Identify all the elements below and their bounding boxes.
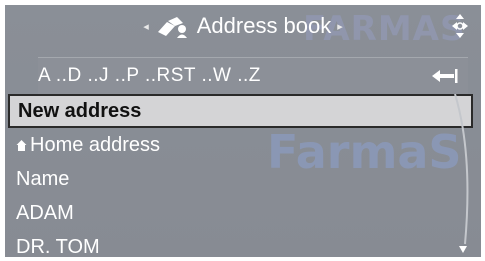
left-arrow-icon[interactable]: ◂ (143, 20, 149, 33)
list-item-new-address[interactable]: New address (8, 94, 473, 128)
title-bar: ◂ Address book ▸ (5, 5, 481, 47)
page-title: Address book (196, 13, 332, 38)
address-book-icon (157, 17, 187, 38)
alphabet-letters[interactable]: A ..D ..J ..P ..RST ..W ..Z (38, 65, 261, 87)
list-item-label: New address (18, 100, 142, 122)
list-item-home-address[interactable]: Home address (8, 128, 468, 162)
scroll-down-icon (459, 246, 467, 253)
controller-knob-icon (452, 14, 468, 38)
list-item-label: ADAM (16, 202, 74, 224)
alphabet-selector[interactable]: A ..D ..J ..P ..RST ..W ..Z (38, 57, 468, 94)
address-list: New address Home address Name ADAM DR. T… (8, 94, 473, 257)
right-arrow-icon[interactable]: ▸ (337, 20, 343, 33)
list-item-label: DR. TOM (16, 236, 100, 257)
back-arrow-icon[interactable] (430, 67, 458, 85)
list-item-adam[interactable]: ADAM (8, 196, 468, 230)
idrive-screen: FARMAS FarmaS ◂ Address book ▸ A ..D ..J… (5, 5, 481, 257)
list-item-label: Home address (30, 134, 161, 156)
list-item-name[interactable]: Name (8, 162, 468, 196)
list-item-dr-tom[interactable]: DR. TOM (8, 230, 468, 257)
home-icon (16, 139, 27, 151)
list-item-label: Name (16, 168, 70, 190)
scrollbar[interactable] (451, 94, 477, 257)
